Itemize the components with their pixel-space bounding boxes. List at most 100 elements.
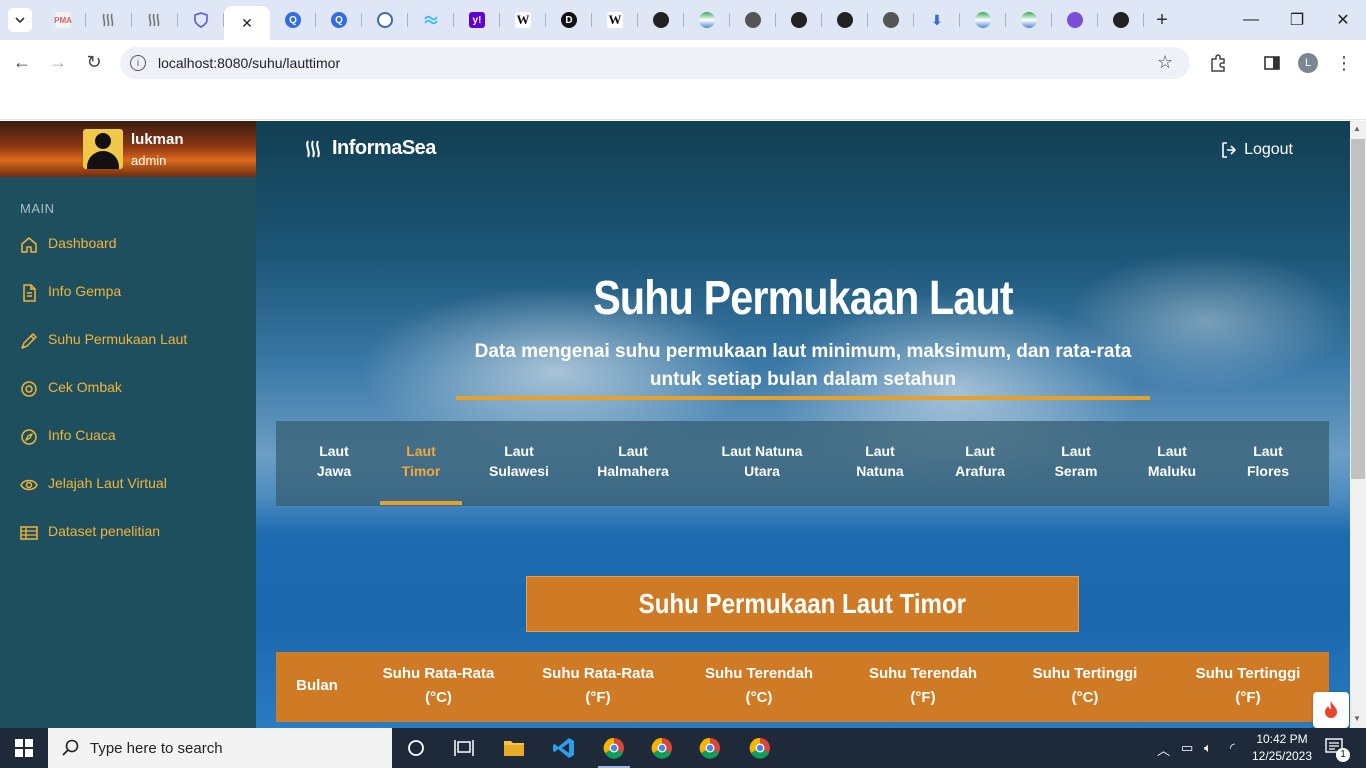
logout-button[interactable]: Logout [1220,141,1293,159]
sidebar-item-cek-ombak[interactable]: Cek Ombak [20,379,187,427]
tab-laut-flores[interactable]: Laut Flores [1236,441,1300,481]
browser-tab[interactable]: ⬇ [914,6,960,34]
scrollbar-thumb[interactable] [1351,139,1365,479]
browser-tab[interactable] [684,6,730,34]
download-icon: ⬇ [931,11,943,28]
browser-tab[interactable] [132,6,178,34]
task-view-icon [454,740,474,756]
battery-icon[interactable]: ▭ [1181,740,1193,756]
extensions-icon[interactable] [1207,52,1229,74]
browser-tab[interactable] [362,6,408,34]
sea-tabs: Laut Jawa Laut Timor Laut Sulawesi Laut Halm… [276,421,1329,506]
tab-laut-jawa[interactable]: Laut Jawa [309,441,359,481]
clock-time: 10:42 PM [1256,732,1308,746]
browser-tab[interactable] [868,6,914,34]
browser-tab[interactable] [776,6,822,34]
chrome-profile-button[interactable] [736,728,784,768]
sidebar-nav: Dashboard Info Gempa Suhu Permukaan Laut… [20,235,187,571]
taskbar-search[interactable]: Type here to search [48,728,392,768]
main-content: InformaSea Logout Suhu Permukaan Laut Da… [256,121,1350,728]
task-view-button[interactable] [440,728,488,768]
tab-laut-halmahera[interactable]: Laut Halmahera [592,441,674,481]
tab-laut-timor[interactable]: Laut Timor [396,441,446,481]
browser-tab[interactable]: Q [316,6,362,34]
scroll-down-arrow[interactable]: ▼ [1353,714,1361,723]
sidebar-item-suhu-permukaan-laut[interactable]: Suhu Permukaan Laut [20,331,187,379]
chrome-button[interactable] [590,728,638,768]
minimize-button[interactable]: — [1228,0,1274,40]
profile-avatar[interactable]: L [1298,53,1318,73]
cortana-button[interactable] [392,728,440,768]
browser-tab[interactable]: PMA [40,6,86,34]
tab-laut-sulawesi[interactable]: Laut Sulawesi [484,441,554,481]
sidebar-item-label: Jelajah Laut Virtual [48,475,167,491]
forward-button[interactable]: → [46,50,70,74]
network-icon[interactable]: ◜ [1230,740,1235,756]
tab-laut-seram[interactable]: Laut Seram [1046,441,1106,481]
menu-icon[interactable]: ⋮ [1333,52,1355,74]
target-icon [21,381,37,397]
tab-search-button[interactable] [8,8,32,32]
vscode-button[interactable] [540,728,588,768]
browser-tab[interactable] [960,6,1006,34]
table-header: Bulan Suhu Rata-Rata (°C) Suhu Rata-Rata(… [276,652,1329,722]
browser-tab[interactable]: W [500,6,546,34]
sidebar-section-label: MAIN [20,201,55,216]
clock[interactable]: 10:42 PM 12/25/2023 [1250,731,1314,765]
reload-button[interactable]: ↻ [82,50,106,74]
browser-tab[interactable] [408,6,454,34]
sidebar-item-info-gempa[interactable]: Info Gempa [20,283,187,331]
logout-icon [1222,142,1236,158]
brand[interactable]: InformaSea [304,137,436,160]
browser-tab[interactable]: y! [454,6,500,34]
chrome-profile-button[interactable] [638,728,686,768]
browser-tab[interactable] [1052,6,1098,34]
browser-tab[interactable] [178,6,224,34]
sidebar-item-info-cuaca[interactable]: Info Cuaca [20,427,187,475]
bookmark-star-icon[interactable]: ☆ [1157,52,1173,73]
column-header-tertinggi-f: Suhu Tertinggi (°F) [1195,665,1301,706]
tab-laut-natuna[interactable]: Laut Natuna [847,441,913,481]
browser-tab[interactable] [730,6,776,34]
restore-button[interactable]: ❐ [1274,0,1320,40]
sidebar-item-dashboard[interactable]: Dashboard [20,235,187,283]
browser-tab[interactable]: Q [270,6,316,34]
table-icon [20,526,38,540]
browser-tab[interactable] [1006,6,1052,34]
volume-icon[interactable]: 🔈︎ [1204,740,1212,756]
browser-tab-active[interactable]: ✕ [224,6,270,40]
browser-tab[interactable]: W [592,6,638,34]
purple-circle-icon [1067,12,1083,28]
file-explorer-button[interactable] [490,728,538,768]
tray-chevron-up-icon[interactable]: ︿ [1157,740,1170,759]
start-button[interactable] [0,728,48,768]
sidebar-item-jelajah-laut-virtual[interactable]: Jelajah Laut Virtual [20,475,187,523]
tab-laut-maluku[interactable]: Laut Maluku [1137,441,1207,481]
chrome-profile-button[interactable] [686,728,734,768]
web-page: lukman admin MAIN Dashboard Info Gempa S… [0,121,1350,728]
browser-tab[interactable] [638,6,684,34]
browser-tab[interactable] [86,6,132,34]
fire-extension-button[interactable] [1313,692,1349,728]
url-text[interactable]: localhost:8080/suhu/lauttimor [158,55,340,71]
home-icon [21,237,37,253]
tab-laut-arafura[interactable]: Laut Arafura [945,441,1015,481]
side-panel-icon[interactable] [1261,52,1283,74]
info-icon[interactable]: i [130,55,146,71]
browser-tab[interactable] [822,6,868,34]
back-button[interactable]: ← [10,50,34,74]
browser-tab[interactable] [1098,6,1144,34]
chrome-icon [651,737,672,759]
scroll-up-arrow[interactable]: ▲ [1353,124,1361,133]
browser-tab[interactable]: D [546,6,592,34]
chrome-icon [603,737,624,759]
sidebar-item-dataset-penelitian[interactable]: Dataset penelitian [20,523,187,571]
close-icon[interactable]: ✕ [241,15,253,32]
new-tab-button[interactable]: + [1150,8,1174,32]
tab-laut-natuna-utara[interactable]: Laut Natuna Utara [716,441,808,481]
folder-icon [504,741,524,756]
browser-tabs: PMA ✕ Q Q y! W D W ⬇ [40,6,1144,40]
sidebar-item-label: Dashboard [48,235,117,251]
close-window-button[interactable]: ✕ [1320,0,1366,40]
page-title: Suhu Permukaan Laut [593,272,1013,325]
